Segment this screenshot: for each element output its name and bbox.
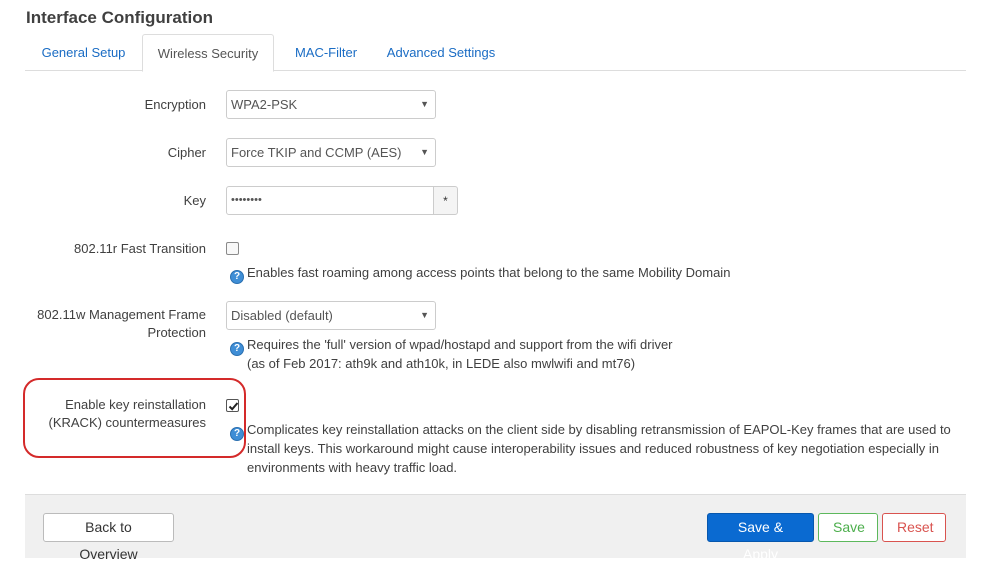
- krack-label-line2: (KRACK) countermeasures: [48, 415, 207, 430]
- tab-bar: General Setup Wireless Security MAC-Filt…: [25, 34, 966, 72]
- encryption-label: Encryption: [144, 97, 206, 112]
- tab-general-setup[interactable]: General Setup: [25, 34, 142, 72]
- chevron-down-icon: ▼: [420, 147, 429, 157]
- tab-advanced-settings[interactable]: Advanced Settings: [377, 34, 505, 72]
- key-label: Key: [183, 193, 206, 208]
- mgmt-frame-value: Disabled (default): [231, 308, 333, 323]
- fast-transition-checkbox[interactable]: [226, 242, 239, 255]
- krack-help-line1: Complicates key reinstallation attacks o…: [247, 422, 951, 437]
- checkmark-icon: [228, 402, 239, 411]
- key-input[interactable]: ••••••••: [226, 186, 434, 215]
- krack-help: ? Complicates key reinstallation attacks …: [230, 420, 951, 441]
- tab-wireless-security[interactable]: Wireless Security: [142, 34, 274, 72]
- encryption-select[interactable]: WPA2-PSK ▼: [226, 90, 436, 119]
- help-icon: ?: [230, 270, 244, 284]
- mgmt-frame-select[interactable]: Disabled (default) ▼: [226, 301, 436, 330]
- save-apply-button[interactable]: Save & Apply: [707, 513, 814, 562]
- krack-checkbox[interactable]: [226, 399, 239, 412]
- fast-transition-help-text: Enables fast roaming among access points…: [247, 265, 731, 280]
- cipher-value: Force TKIP and CCMP (AES): [231, 145, 402, 160]
- cipher-label: Cipher: [167, 145, 206, 160]
- reveal-key-button[interactable]: *: [433, 186, 458, 215]
- krack-label-line1: Enable key reinstallation: [65, 397, 206, 412]
- reset-button[interactable]: Reset: [882, 513, 946, 542]
- chevron-down-icon: ▼: [420, 310, 429, 320]
- back-to-overview-button[interactable]: Back to Overview: [43, 513, 174, 562]
- mgmt-frame-help-line2: (as of Feb 2017: ath9k and ath10k, in LE…: [247, 356, 636, 371]
- save-button[interactable]: Save: [818, 513, 878, 542]
- mgmt-frame-help: ? Requires the 'full' version of wpad/hos…: [230, 335, 673, 356]
- fast-transition-help: ? Enables fast roaming among access point…: [230, 263, 730, 284]
- page-title: Interface Configuration: [26, 8, 214, 27]
- help-icon: ?: [230, 342, 244, 356]
- mgmt-frame-label-line1: 802.11w Management Frame: [37, 307, 206, 322]
- cipher-select[interactable]: Force TKIP and CCMP (AES) ▼: [226, 138, 436, 167]
- action-bar: Back to Overview Save & Apply Save Reset: [25, 494, 966, 562]
- mgmt-frame-help-line1: Requires the 'full' version of wpad/host…: [247, 337, 673, 352]
- tab-mac-filter[interactable]: MAC-Filter: [280, 34, 372, 72]
- krack-help-line2: install keys. This workaround might caus…: [247, 441, 940, 456]
- chevron-down-icon: ▼: [420, 99, 429, 109]
- encryption-value: WPA2-PSK: [231, 97, 298, 112]
- fast-transition-label: 802.11r Fast Transition: [74, 241, 206, 256]
- krack-help-line3: environments with heavy traffic load.: [247, 460, 458, 475]
- mgmt-frame-label-line2: Protection: [147, 325, 206, 340]
- help-icon: ?: [230, 427, 244, 441]
